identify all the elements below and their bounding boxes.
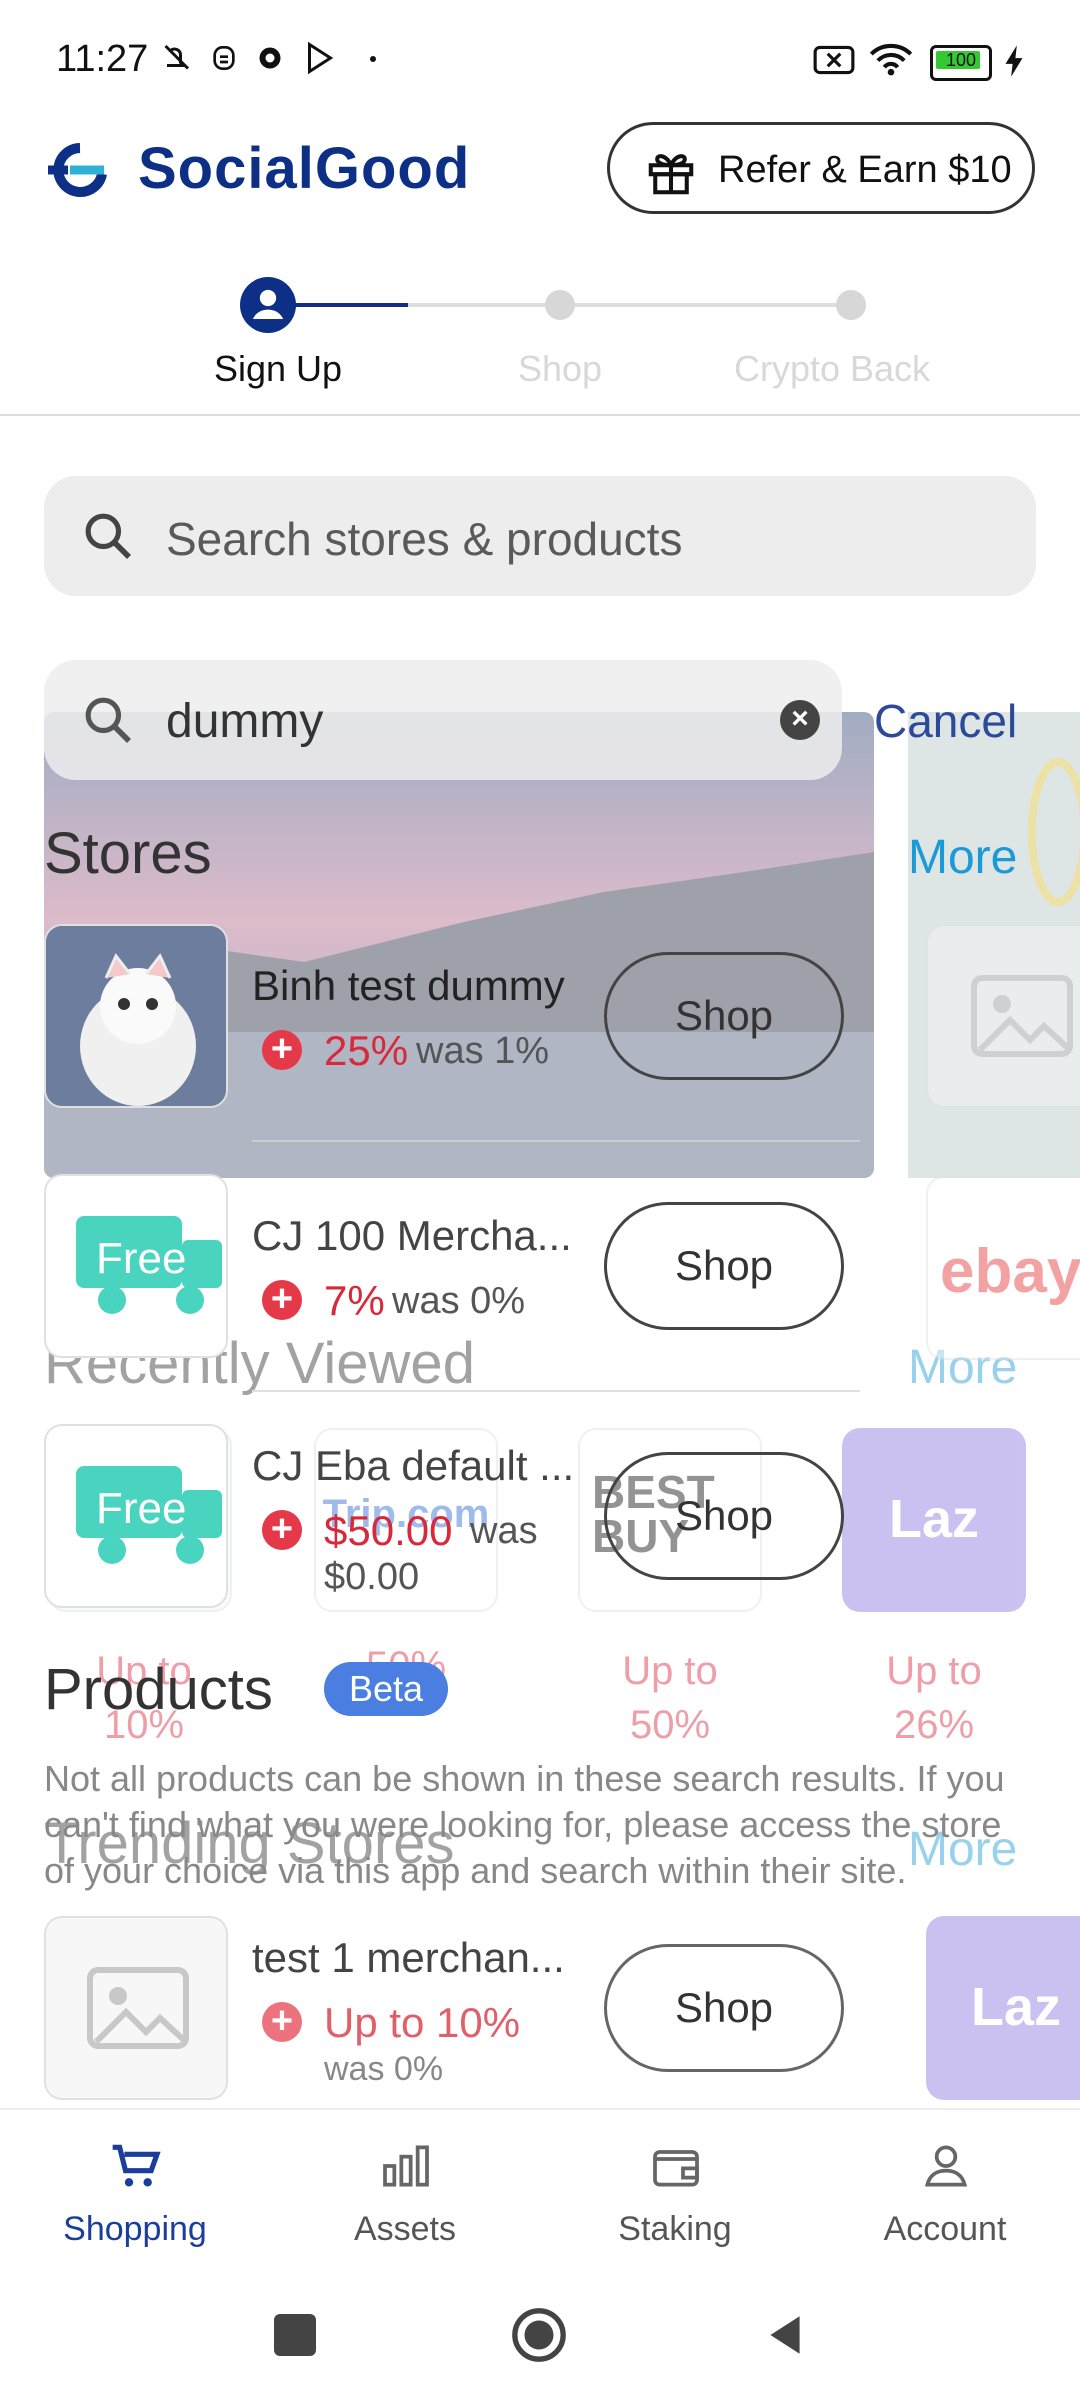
recent-item-lazada[interactable]: Laz bbox=[842, 1428, 1026, 1612]
home-button[interactable] bbox=[510, 2306, 568, 2364]
shop-button-1[interactable]: Shop bbox=[604, 952, 844, 1080]
step-label-signup: Sign Up bbox=[213, 348, 343, 389]
step-label-shop: Shop bbox=[517, 348, 603, 389]
notifications-off-icon bbox=[164, 44, 190, 70]
trending-thumb-placeholder[interactable] bbox=[44, 1916, 228, 2100]
overlay-search-query: dummy bbox=[166, 695, 324, 748]
nav-assets[interactable]: Assets bbox=[270, 2110, 540, 2270]
header-divider bbox=[0, 414, 1080, 416]
gift-icon bbox=[648, 154, 694, 195]
status-time: 11:27 bbox=[56, 38, 149, 80]
nav-shopping[interactable]: Shopping bbox=[0, 2110, 270, 2270]
system-navigation bbox=[0, 2268, 1080, 2400]
step-label-crypto-back: Crypto Back bbox=[733, 348, 931, 389]
products-note: Not all products can be shown in these s… bbox=[44, 1758, 1005, 1891]
shop-button-3[interactable]: Shop bbox=[604, 1452, 844, 1580]
store-thumb-binh[interactable] bbox=[44, 924, 228, 1108]
shop-button-2[interactable]: Shop bbox=[604, 1202, 844, 1330]
row-divider bbox=[252, 1390, 860, 1392]
cart-icon bbox=[112, 2144, 161, 2187]
trending-store-rate: Up to 10% bbox=[324, 1999, 521, 2046]
cashback-plus-icon: + bbox=[262, 1280, 302, 1320]
search-bar[interactable]: Search stores & products bbox=[44, 476, 1036, 596]
store-name-1: Binh test dummy bbox=[252, 962, 565, 1009]
stepper-track bbox=[408, 303, 844, 307]
bar-chart-icon bbox=[383, 2145, 429, 2187]
bottom-navigation: Shopping Assets Staking Account bbox=[0, 2108, 1080, 2270]
beta-badge: Beta bbox=[324, 1662, 448, 1716]
store-rate-1: 25% bbox=[324, 1027, 409, 1074]
search-icon bbox=[85, 513, 131, 559]
store-thumb-cj100[interactable]: Free bbox=[44, 1174, 228, 1358]
stores-more-link[interactable]: More bbox=[908, 830, 1017, 885]
store-name-3: CJ Eba default ... bbox=[252, 1442, 575, 1489]
search-placeholder: Search stores & products bbox=[166, 513, 683, 565]
brand-logo-icon bbox=[48, 143, 107, 197]
step-shop-dot bbox=[545, 290, 575, 320]
nav-staking[interactable]: Staking bbox=[540, 2110, 810, 2270]
assistant-icon bbox=[213, 46, 235, 70]
side-store-ebay[interactable]: ebay bbox=[926, 1176, 1080, 1360]
store-rate-2: 7% bbox=[324, 1277, 385, 1324]
wallet-icon bbox=[653, 2150, 699, 2187]
store-rate-3: $50.00 bbox=[324, 1507, 453, 1554]
row-divider bbox=[252, 1140, 860, 1142]
recent-item-4-rate: Up to 26% bbox=[886, 1649, 982, 1747]
status-bar: 11:27 100 bbox=[0, 0, 1080, 120]
cashback-plus-icon: + bbox=[262, 2002, 302, 2042]
trending-shop-button[interactable]: Shop bbox=[604, 1944, 844, 2072]
brand-name: SocialGood bbox=[138, 136, 471, 201]
products-title: Products bbox=[44, 1657, 273, 1722]
step-signup-icon bbox=[240, 277, 296, 333]
battery-icon: 100 bbox=[930, 45, 992, 81]
store-thumb-cjeba[interactable]: Free bbox=[44, 1424, 228, 1608]
back-button[interactable] bbox=[760, 2310, 810, 2360]
clear-search-icon[interactable]: × bbox=[780, 700, 820, 740]
wifi-icon bbox=[869, 43, 913, 76]
side-store-placeholder[interactable] bbox=[926, 924, 1080, 1108]
stores-title: Stores bbox=[44, 821, 212, 886]
store-was-3b: $0.00 bbox=[324, 1556, 420, 1598]
status-dot bbox=[370, 56, 376, 62]
store-was-3: was bbox=[470, 1510, 538, 1552]
refer-earn-button[interactable]: Refer & Earn $10 bbox=[607, 122, 1035, 214]
play-store-icon bbox=[308, 41, 334, 75]
overlay-search-icon bbox=[85, 697, 131, 743]
refer-label: Refer & Earn $10 bbox=[718, 149, 1012, 191]
recent-apps-button[interactable] bbox=[274, 2314, 316, 2356]
charging-icon bbox=[1005, 45, 1023, 77]
store-was-1: was 1% bbox=[416, 1030, 550, 1072]
nav-account[interactable]: Account bbox=[810, 2110, 1080, 2270]
no-sim-icon bbox=[813, 45, 855, 75]
store-was-2: was 0% bbox=[392, 1280, 526, 1322]
settings-icon bbox=[259, 47, 281, 69]
step-crypto-dot bbox=[836, 290, 866, 320]
trending-store-name: test 1 merchan... bbox=[252, 1934, 565, 1981]
side-store-lazada[interactable]: Laz bbox=[926, 1916, 1080, 2100]
cashback-plus-icon: + bbox=[262, 1030, 302, 1070]
recent-item-3-rate: Up to 50% bbox=[622, 1649, 718, 1747]
trending-store-was: was 0% bbox=[324, 2050, 444, 2088]
cancel-search-button[interactable]: Cancel bbox=[874, 694, 1017, 748]
overlay-search-input[interactable]: dummy × bbox=[44, 660, 842, 780]
store-name-2: CJ 100 Mercha... bbox=[252, 1212, 572, 1259]
person-icon bbox=[924, 2145, 968, 2187]
cashback-plus-icon: + bbox=[262, 1510, 302, 1550]
